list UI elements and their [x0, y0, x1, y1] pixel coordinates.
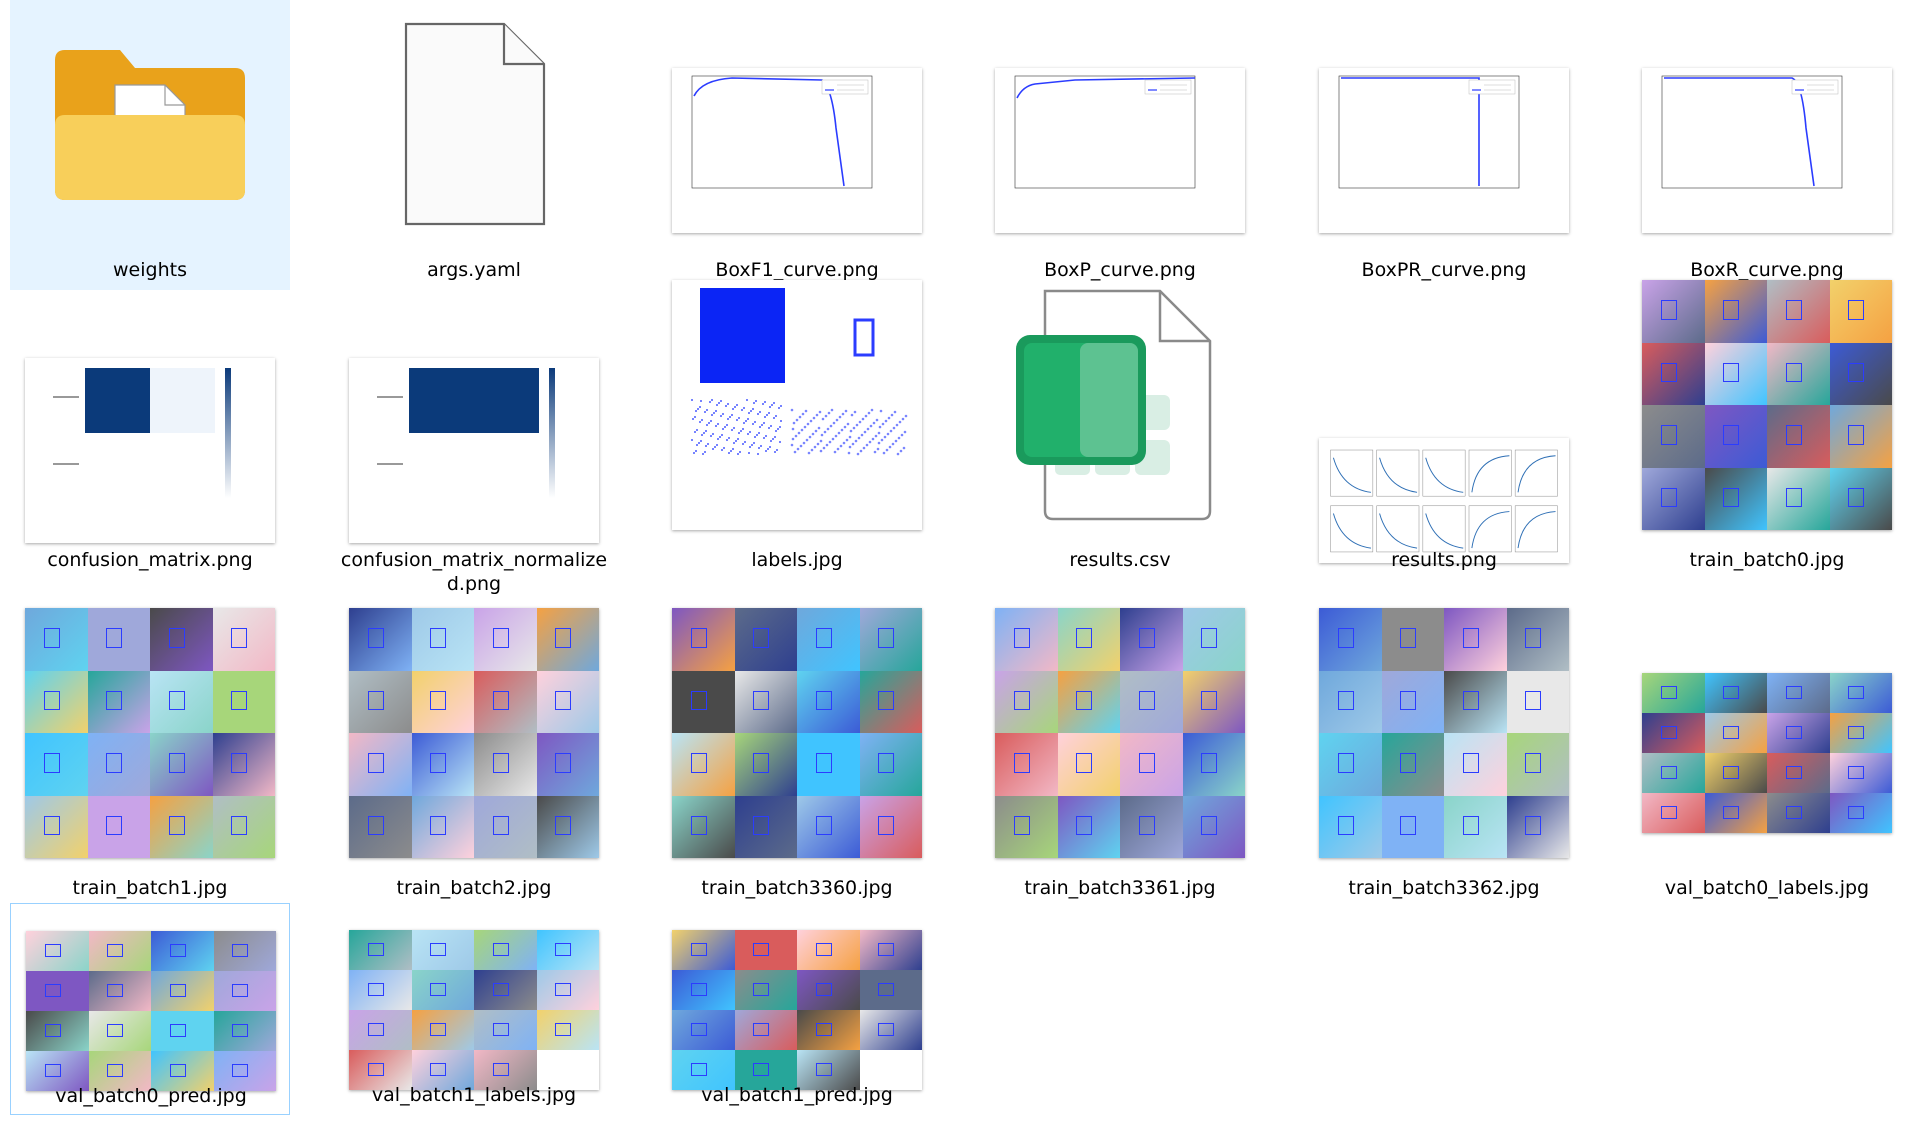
matrix-preview — [25, 357, 275, 543]
labels-preview — [672, 280, 922, 530]
collage-preview — [25, 608, 275, 858]
file-item-val-batch0-pred-jpg[interactable]: val_batch0_pred.jpg — [10, 903, 290, 1115]
item-thumbnail — [1627, 35, 1907, 265]
item-name: train_batch0.jpg — [1689, 549, 1845, 571]
file-item-results-csv[interactable]: results.csv — [980, 289, 1260, 590]
file-grid: weights args.yaml BoxF1_curve.png BoxP_c… — [0, 0, 1913, 1122]
item-name: BoxR_curve.png — [1690, 259, 1844, 281]
folder-icon — [55, 50, 245, 200]
file-item-train-batch1-jpg[interactable]: train_batch1.jpg — [10, 608, 290, 899]
collage-preview — [349, 608, 599, 858]
item-thumbnail — [334, 608, 614, 858]
item-name: labels.jpg — [751, 549, 843, 571]
item-name: results.png — [1391, 549, 1497, 571]
file-item-args-yaml[interactable]: args.yaml — [334, 0, 614, 290]
collage-preview — [1319, 608, 1569, 858]
item-name: val_batch1_pred.jpg — [701, 1084, 893, 1106]
item-name: confusion_matrix_normalized.png — [340, 549, 608, 595]
item-name: val_batch0_labels.jpg — [1664, 877, 1870, 899]
file-item-boxr-curve-png[interactable]: BoxR_curve.png — [1627, 0, 1907, 290]
item-name: BoxPR_curve.png — [1361, 259, 1527, 281]
item-thumbnail — [980, 608, 1260, 858]
item-name: train_batch3361.jpg — [1024, 877, 1216, 899]
item-thumbnail — [1304, 35, 1584, 265]
item-thumbnail — [334, 10, 614, 240]
item-thumbnail — [10, 608, 290, 858]
item-name: results.csv — [1069, 549, 1171, 571]
collage-preview — [672, 608, 922, 858]
item-thumbnail — [657, 608, 937, 858]
spreadsheet-icon — [1016, 289, 1212, 521]
curve-plot — [1319, 67, 1569, 233]
item-thumbnail — [10, 335, 290, 565]
file-item-confusion-matrix-normalized-png[interactable]: confusion_matrix_normalized.png — [334, 290, 614, 595]
item-thumbnail — [1304, 608, 1584, 858]
item-thumbnail — [657, 35, 937, 265]
curve-plot — [672, 67, 922, 233]
item-name: val_batch0_pred.jpg — [55, 1085, 247, 1107]
item-thumbnail — [1304, 385, 1584, 615]
item-thumbnail — [980, 35, 1260, 265]
collage-preview — [26, 931, 276, 1091]
item-name: BoxP_curve.png — [1044, 259, 1196, 281]
file-item-train-batch2-jpg[interactable]: train_batch2.jpg — [334, 608, 614, 899]
file-item-results-png[interactable]: results.png — [1304, 290, 1584, 590]
file-item-val-batch0-labels-jpg[interactable]: val_batch0_labels.jpg — [1627, 608, 1907, 899]
item-thumbnail — [1627, 280, 1907, 530]
results-preview — [1319, 439, 1569, 561]
item-name: weights — [113, 259, 187, 281]
file-item-confusion-matrix-png[interactable]: confusion_matrix.png — [10, 290, 290, 590]
file-icon — [404, 22, 546, 226]
file-item-boxp-curve-png[interactable]: BoxP_curve.png — [980, 0, 1260, 290]
item-thumbnail — [334, 335, 614, 565]
item-name: args.yaml — [427, 259, 521, 281]
curve-plot — [1642, 67, 1892, 233]
file-item-weights[interactable]: weights — [10, 0, 290, 290]
file-item-train-batch3360-jpg[interactable]: train_batch3360.jpg — [657, 608, 937, 899]
item-thumbnail — [657, 280, 937, 530]
item-name: val_batch1_labels.jpg — [371, 1084, 577, 1106]
file-item-boxf1-curve-png[interactable]: BoxF1_curve.png — [657, 0, 937, 290]
collage-preview — [1642, 673, 1892, 833]
item-name: confusion_matrix.png — [47, 549, 253, 571]
collage-preview — [995, 608, 1245, 858]
file-item-val-batch1-labels-jpg[interactable]: val_batch1_labels.jpg — [334, 903, 614, 1115]
item-name: train_batch3362.jpg — [1348, 877, 1540, 899]
file-item-train-batch3361-jpg[interactable]: train_batch3361.jpg — [980, 608, 1260, 899]
file-item-labels-jpg[interactable]: labels.jpg — [657, 280, 937, 590]
collage-preview — [1642, 280, 1892, 530]
file-item-train-batch0-jpg[interactable]: train_batch0.jpg — [1627, 280, 1907, 590]
file-item-val-batch1-pred-jpg[interactable]: val_batch1_pred.jpg — [657, 903, 937, 1115]
collage-preview — [672, 930, 922, 1090]
item-thumbnail — [10, 10, 290, 240]
matrix-preview — [349, 357, 599, 543]
collage-preview — [349, 930, 599, 1090]
item-name: BoxF1_curve.png — [715, 259, 879, 281]
item-thumbnail — [1627, 638, 1907, 868]
file-item-train-batch3362-jpg[interactable]: train_batch3362.jpg — [1304, 608, 1584, 899]
curve-plot — [995, 67, 1245, 233]
file-item-boxpr-curve-png[interactable]: BoxPR_curve.png — [1304, 0, 1584, 290]
item-thumbnail — [980, 289, 1260, 521]
